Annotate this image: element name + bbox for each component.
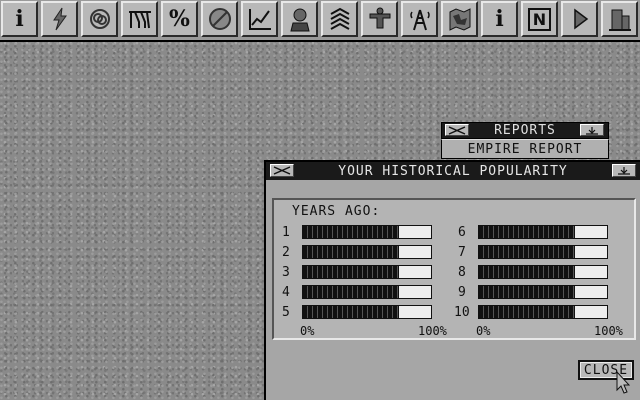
popularity-bar — [478, 305, 608, 319]
newspaper-icon[interactable]: N — [521, 1, 558, 37]
popularity-bar — [302, 305, 432, 319]
info-icon[interactable]: i — [1, 1, 38, 37]
popularity-bar-fill — [479, 266, 575, 278]
popularity-bar-fill — [303, 266, 399, 278]
popularity-bar-fill — [479, 306, 575, 318]
reports-close-icon[interactable] — [445, 124, 469, 136]
row-number: 4 — [282, 285, 290, 300]
left-axis-max: 100% — [418, 324, 447, 338]
row-number: 2 — [282, 245, 290, 260]
row-number: 5 — [282, 305, 290, 320]
popularity-window: YOUR HISTORICAL POPULARITY YEARS AGO: 1 … — [264, 160, 640, 400]
factory-icon[interactable] — [121, 1, 158, 37]
row-number: 9 — [458, 285, 466, 300]
popularity-bar — [478, 225, 608, 239]
reports-collapse-icon[interactable] — [580, 124, 604, 136]
info-glyph: i — [15, 6, 24, 32]
window-title-bar: YOUR HISTORICAL POPULARITY — [266, 162, 640, 180]
popularity-bar-fill — [479, 246, 575, 258]
popularity-bar-fill — [303, 246, 399, 258]
rings-icon[interactable] — [81, 1, 118, 37]
popularity-bar — [478, 245, 608, 259]
popularity-bar — [478, 285, 608, 299]
popularity-bar — [302, 225, 432, 239]
graph-icon[interactable] — [241, 1, 278, 37]
info-2-icon[interactable]: i — [481, 1, 518, 37]
popularity-bar-fill — [479, 226, 575, 238]
chevrons-icon[interactable] — [321, 1, 358, 37]
years-ago-label: YEARS AGO: — [292, 204, 381, 219]
row-number: 1 — [282, 225, 290, 240]
left-axis-min: 0% — [300, 324, 315, 338]
mouse-cursor-icon — [616, 371, 630, 394]
percent-icon[interactable]: % — [161, 1, 198, 37]
reports-title: REPORTS — [494, 123, 556, 138]
empire-report-item[interactable]: EMPIRE REPORT — [441, 139, 609, 159]
popularity-bar-fill — [303, 286, 399, 298]
toolbar: i % i N — [0, 0, 640, 42]
row-number: 8 — [458, 265, 466, 280]
percent-glyph: % — [169, 6, 190, 32]
info-2-glyph: i — [495, 6, 504, 32]
news-glyph: N — [527, 7, 552, 31]
map-icon[interactable] — [441, 1, 478, 37]
popularity-bar-fill — [303, 226, 399, 238]
building-icon[interactable] — [601, 1, 638, 37]
radio-tower-icon[interactable] — [401, 1, 438, 37]
row-number: 7 — [458, 245, 466, 260]
row-number: 6 — [458, 225, 466, 240]
popularity-bar — [478, 265, 608, 279]
play-icon[interactable] — [561, 1, 598, 37]
advisor-icon[interactable] — [281, 1, 318, 37]
popularity-bar-fill — [479, 286, 575, 298]
popularity-panel: YEARS AGO: 1 2 3 4 5 6 7 8 9 10 0% 100% … — [272, 198, 636, 340]
right-axis-max: 100% — [594, 324, 623, 338]
no-entry-icon[interactable] — [201, 1, 238, 37]
window-collapse-icon[interactable] — [612, 164, 636, 177]
window-title: YOUR HISTORICAL POPULARITY — [338, 163, 568, 179]
row-number: 3 — [282, 265, 290, 280]
window-close-icon[interactable] — [270, 164, 294, 177]
row-number: 10 — [454, 305, 470, 320]
lightning-icon[interactable] — [41, 1, 78, 37]
popularity-bar — [302, 265, 432, 279]
popularity-bar-fill — [303, 306, 399, 318]
reports-menu-header: REPORTS — [441, 122, 609, 139]
shield-icon[interactable] — [361, 1, 398, 37]
popularity-bar — [302, 285, 432, 299]
popularity-bar — [302, 245, 432, 259]
right-axis-min: 0% — [476, 324, 491, 338]
